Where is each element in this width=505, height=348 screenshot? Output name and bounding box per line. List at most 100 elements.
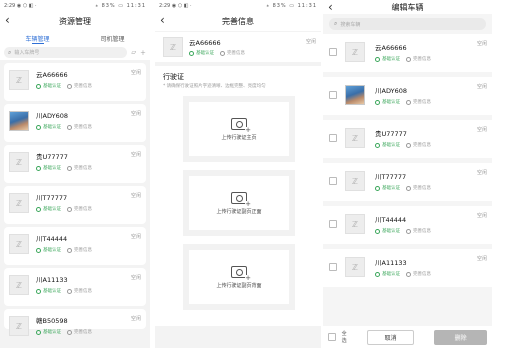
status-left: 2:29 ◉ ⬡ ◧ · (4, 2, 37, 9)
circle-icon (67, 124, 72, 130)
vehicle-placeholder-icon: ℤ (345, 128, 365, 148)
row-checkbox[interactable] (329, 177, 337, 185)
circle-icon (67, 206, 72, 212)
badge-row: 基础认证 完善信息 (375, 228, 431, 234)
vehicle-status: 空闲 (476, 256, 487, 262)
vehicle-status: 空闲 (130, 316, 141, 322)
resource-management-screen: 2:29 ◉ ⬡ ◧ · ⁎ 83% ▭ 11:31 ‹ 资源管理 车辆管理 司… (0, 0, 150, 348)
verified-badge: 基础认证 (36, 247, 61, 253)
nav-bar: ‹ 资源管理 (0, 11, 150, 31)
vehicle-placeholder-icon: ℤ (345, 257, 365, 277)
vehicle-card[interactable]: ℤ 川T44444 空闲 基础认证 完善信息 (4, 227, 146, 265)
status-bar: 2:29 ◉ ⬡ ◧ · ⁎ 83% ▭ 11:31 (155, 0, 321, 11)
verified-label: 基础认证 (43, 330, 61, 335)
verified-badge: 基础认证 (189, 50, 214, 56)
circle-icon (67, 83, 72, 89)
vehicle-card[interactable]: 川ADY608 空闲 基础认证 完善信息 (4, 104, 146, 142)
page-title: 编辑车辆 (391, 2, 424, 12)
vehicle-plate: 云A66666 (189, 39, 221, 47)
back-arrow-icon[interactable]: ‹ (5, 14, 10, 26)
row-checkbox[interactable] (329, 220, 337, 228)
incomplete-label: 完善信息 (74, 330, 92, 335)
check-circle-icon (36, 247, 41, 253)
badge-row: 基础认证 完善信息 (36, 165, 92, 171)
upload-license-main[interactable]: 上传行驶证主页 (183, 96, 295, 162)
vehicle-plate: 贵U77777 (36, 153, 68, 161)
plate-search-input[interactable]: ⌕ 输入车牌号 (4, 47, 128, 58)
status-right: ⁎ 83% ▭ 11:31 (266, 2, 317, 9)
check-circle-icon (36, 165, 41, 171)
upload-license-sub-front[interactable]: 上传行驶证副页正面 (183, 170, 295, 236)
cancel-button[interactable]: 取消 (367, 329, 415, 345)
verified-badge: 基础认证 (375, 228, 400, 234)
verified-badge: 基础认证 (36, 165, 61, 171)
upload-label: 上传行驶证副页正面 (216, 208, 262, 215)
tab-driver-management[interactable]: 司机管理 (75, 31, 150, 45)
vehicle-search-input[interactable]: ⌕ 搜索车辆 (329, 18, 486, 30)
badge-row: 基础认证 完善信息 (375, 56, 431, 62)
circle-icon (406, 56, 411, 62)
circle-icon (406, 185, 411, 191)
selectable-vehicle-row[interactable]: 川ADY608 空闲 基础认证 完善信息 (323, 77, 492, 115)
verified-label: 基础认证 (43, 248, 61, 253)
incomplete-badge: 完善信息 (67, 206, 92, 212)
check-circle-icon (375, 99, 380, 105)
search-icon: ⌕ (8, 48, 12, 56)
selectable-vehicle-row[interactable]: ℤ 云A66666 空闲 基础认证 完善信息 (323, 34, 492, 72)
vehicle-photo (9, 111, 29, 131)
row-checkbox[interactable] (329, 263, 337, 271)
badge-row: 基础认证 完善信息 (375, 271, 431, 277)
vehicle-status: 空闲 (476, 84, 487, 90)
verified-badge: 基础认证 (36, 83, 61, 89)
selectable-vehicle-row[interactable]: ℤ 川A11133 空闲 基础认证 完善信息 (323, 249, 492, 287)
row-checkbox[interactable] (329, 134, 337, 142)
vehicle-plate: 赣B50598 (36, 317, 68, 325)
vehicle-card[interactable]: ℤ 赣B50598 空闲 基础认证 完善信息 (4, 309, 146, 336)
incomplete-label: 完善信息 (413, 272, 431, 277)
vehicle-photo (345, 85, 365, 105)
select-all-checkbox[interactable] (328, 333, 336, 341)
incomplete-label: 完善信息 (413, 186, 431, 191)
row-checkbox[interactable] (329, 91, 337, 99)
incomplete-badge: 完善信息 (67, 124, 92, 130)
row-checkbox[interactable] (329, 48, 337, 56)
selectable-vehicle-row[interactable]: ℤ 川T44444 空闲 基础认证 完善信息 (323, 206, 492, 244)
badge-row: 基础认证 完善信息 (36, 83, 92, 89)
vehicle-plate: 川T77777 (36, 194, 68, 202)
vehicle-plate: 川T77777 (375, 173, 407, 181)
verified-label: 基础认证 (43, 84, 61, 89)
vehicle-card[interactable]: ℤ 云A66666 空闲 基础认证 完善信息 (4, 63, 146, 101)
incomplete-label: 完善信息 (74, 207, 92, 212)
vehicle-placeholder-icon: ℤ (163, 37, 183, 57)
vehicle-status: 空闲 (130, 234, 141, 240)
upload-license-sub-back[interactable]: 上传行驶证副页背面 (183, 244, 295, 310)
add-icon[interactable]: ＋ (140, 48, 146, 57)
vehicle-card[interactable]: ℤ 贵U77777 空闲 基础认证 完善信息 (4, 145, 146, 183)
verified-label: 基础认证 (382, 100, 400, 105)
tab-vehicle-management[interactable]: 车辆管理 (0, 31, 75, 45)
folder-icon[interactable]: ▱ (131, 49, 136, 56)
page-title: 资源管理 (59, 16, 91, 26)
back-arrow-icon[interactable]: ‹ (160, 14, 165, 26)
vehicle-placeholder-icon: ℤ (9, 234, 29, 254)
vehicle-list: ℤ 云A66666 空闲 基础认证 完善信息 川ADY608 空闲 基础认证 完善信息 ℤ 贵U77… (0, 63, 150, 336)
verified-badge: 基础认证 (375, 99, 400, 105)
selectable-vehicle-row[interactable]: ℤ 贵U77777 空闲 基础认证 完善信息 (323, 120, 492, 158)
circle-icon (220, 50, 225, 56)
incomplete-label: 完善信息 (74, 84, 92, 89)
vehicle-status: 空闲 (476, 127, 487, 133)
verified-badge: 基础认证 (375, 142, 400, 148)
upload-area: 上传行驶证主页 (189, 102, 289, 156)
selectable-vehicle-row[interactable]: ℤ 川T77777 空闲 基础认证 完善信息 (323, 163, 492, 201)
vehicle-card[interactable]: ℤ 川A11133 空闲 基础认证 完善信息 (4, 268, 146, 306)
back-arrow-icon[interactable]: ‹ (328, 1, 333, 13)
verified-label: 基础认证 (382, 229, 400, 234)
driving-license-section: 行驶证 * 请确保行驶证照片字迹清晰、边框完整、亮度均匀 上传行驶证主页 上传行… (155, 66, 321, 326)
search-icon: ⌕ (334, 20, 338, 27)
incomplete-label: 完善信息 (413, 143, 431, 148)
delete-button[interactable]: 删除 (434, 329, 487, 345)
vehicle-card[interactable]: ℤ 川T77777 空闲 基础认证 完善信息 (4, 186, 146, 224)
incomplete-badge: 完善信息 (67, 165, 92, 171)
incomplete-badge: 完善信息 (406, 142, 431, 148)
verified-badge: 基础认证 (375, 185, 400, 191)
